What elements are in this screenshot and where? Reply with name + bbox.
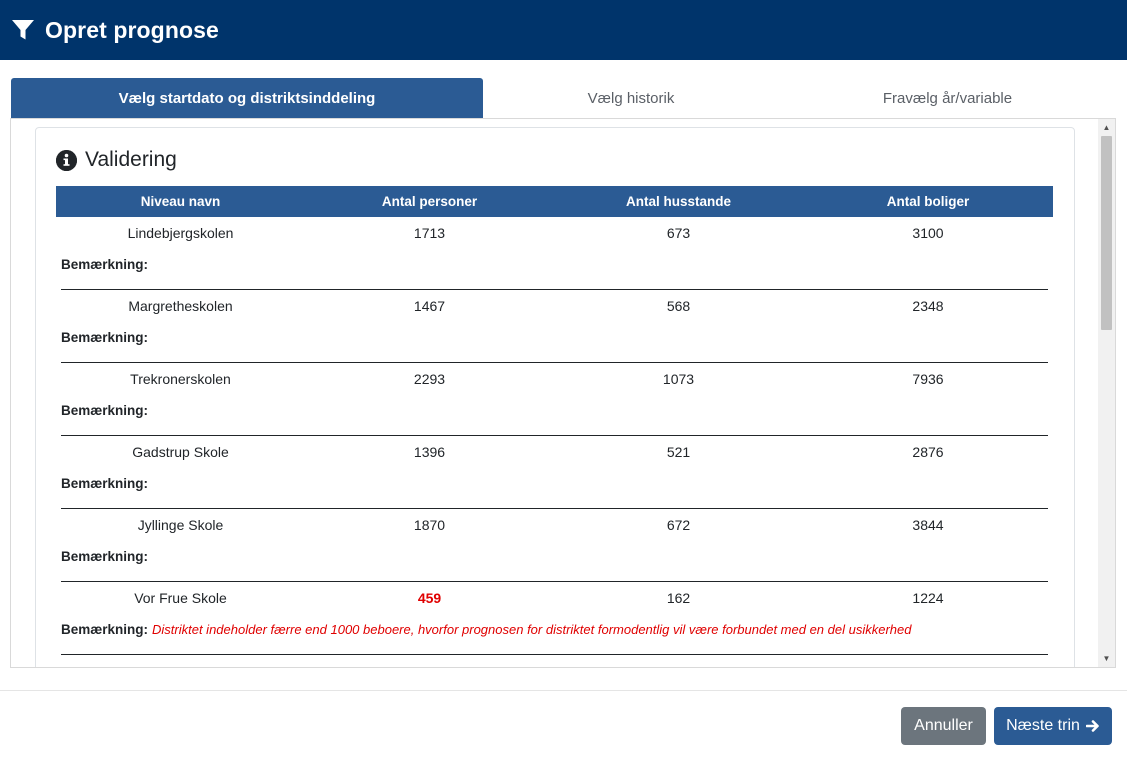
tab-startdate[interactable]: Vælg startdato og distriktsinddeling — [11, 78, 483, 118]
table-header: Niveau navn Antal personer Antal husstan… — [56, 186, 1053, 217]
validation-table: Niveau navn Antal personer Antal husstan… — [56, 186, 1053, 655]
remark-label: Bemærkning: — [61, 330, 149, 345]
scrollbar-thumb[interactable] — [1101, 136, 1112, 330]
info-circle-icon — [56, 149, 77, 171]
remark: Bemærkning: — [61, 257, 148, 272]
cell-persons: 1713 — [413, 225, 446, 241]
cell-name: Vor Frue Skole — [134, 590, 227, 606]
tab-deselect-years[interactable]: Fravælg år/variable — [779, 78, 1116, 118]
cell-households: 521 — [666, 444, 691, 460]
cell-name: Gadstrup Skole — [132, 444, 229, 460]
remark-label: Bemærkning: — [61, 476, 149, 491]
column-header-households: Antal husstande — [625, 194, 731, 209]
remark-label: Bemærkning: — [61, 257, 149, 272]
table-row: Vor Frue Skole 459 162 1224 Bemærkning: D… — [61, 582, 1048, 655]
cell-dwellings: 2876 — [912, 444, 944, 460]
cell-households: 673 — [666, 225, 691, 241]
validation-title: Validering — [85, 148, 177, 171]
cell-name: Lindebjergskolen — [127, 225, 234, 241]
cell-persons-warning: 459 — [417, 590, 442, 606]
cell-name: Margretheskolen — [128, 298, 233, 314]
validation-card: Validering Niveau navn Antal personer An… — [35, 127, 1075, 667]
table-row: Trekronerskolen 2293 1073 7936 Bemærknin… — [61, 363, 1048, 436]
cell-persons: 1870 — [413, 517, 446, 533]
table-row: Jyllinge Skole 1870 672 3844 Bemærkning: — [61, 509, 1048, 582]
title-bar: Opret prognose — [0, 0, 1127, 60]
footer-divider — [0, 690, 1127, 691]
cell-persons: 1396 — [413, 444, 446, 460]
remark: Bemærkning: — [61, 476, 148, 491]
cell-households: 1073 — [662, 371, 695, 387]
table-row: Margretheskolen 1467 568 2348 Bemærkning… — [61, 290, 1048, 363]
cell-dwellings: 1224 — [912, 590, 944, 606]
remark: Bemærkning: — [61, 403, 148, 418]
column-header-dwellings: Antal boliger — [886, 194, 970, 209]
arrow-right-icon — [1085, 719, 1100, 733]
scroll-down-icon[interactable]: ▼ — [1098, 650, 1115, 667]
cell-households: 568 — [666, 298, 691, 314]
cell-persons: 2293 — [413, 371, 446, 387]
cell-dwellings: 3100 — [912, 225, 944, 241]
cancel-button[interactable]: Annuller — [901, 707, 986, 745]
remark: Bemærkning: Distriktet indeholder færre e… — [61, 622, 911, 637]
page-title: Opret prognose — [45, 16, 219, 43]
cell-households: 162 — [666, 590, 691, 606]
table-row: Lindebjergskolen 1713 673 3100 Bemærknin… — [61, 217, 1048, 290]
remark-warning-text: Distriktet indeholder færre end 1000 beb… — [152, 622, 912, 637]
validation-header: Validering — [56, 148, 177, 172]
remark-label: Bemærkning: — [61, 403, 149, 418]
cell-dwellings: 2348 — [912, 298, 944, 314]
remark-label: Bemærkning: — [61, 549, 149, 564]
next-step-button[interactable]: Næste trin — [994, 707, 1112, 745]
cell-persons: 1467 — [413, 298, 446, 314]
remark: Bemærkning: — [61, 330, 148, 345]
remark-label: Bemærkning: — [61, 622, 149, 637]
cell-households: 672 — [666, 517, 691, 533]
cell-name: Trekronerskolen — [130, 371, 231, 387]
remark: Bemærkning: — [61, 549, 148, 564]
vertical-scrollbar[interactable]: ▲ ▼ — [1098, 119, 1115, 667]
content-panel: Validering Niveau navn Antal personer An… — [10, 118, 1116, 668]
filter-icon — [10, 17, 36, 43]
cell-dwellings: 3844 — [912, 517, 944, 533]
table-row: Gadstrup Skole 1396 521 2876 Bemærkning: — [61, 436, 1048, 509]
tab-history[interactable]: Vælg historik — [483, 78, 779, 118]
wizard-tabs: Vælg startdato og distriktsinddeling Væl… — [11, 78, 1116, 118]
scroll-up-icon[interactable]: ▲ — [1098, 119, 1115, 136]
next-step-button-label: Næste trin — [1006, 717, 1080, 734]
cancel-button-label: Annuller — [914, 717, 973, 734]
cell-name: Jyllinge Skole — [137, 517, 224, 533]
column-header-name: Niveau navn — [140, 194, 221, 209]
column-header-persons: Antal personer — [381, 194, 478, 209]
cell-dwellings: 7936 — [912, 371, 944, 387]
